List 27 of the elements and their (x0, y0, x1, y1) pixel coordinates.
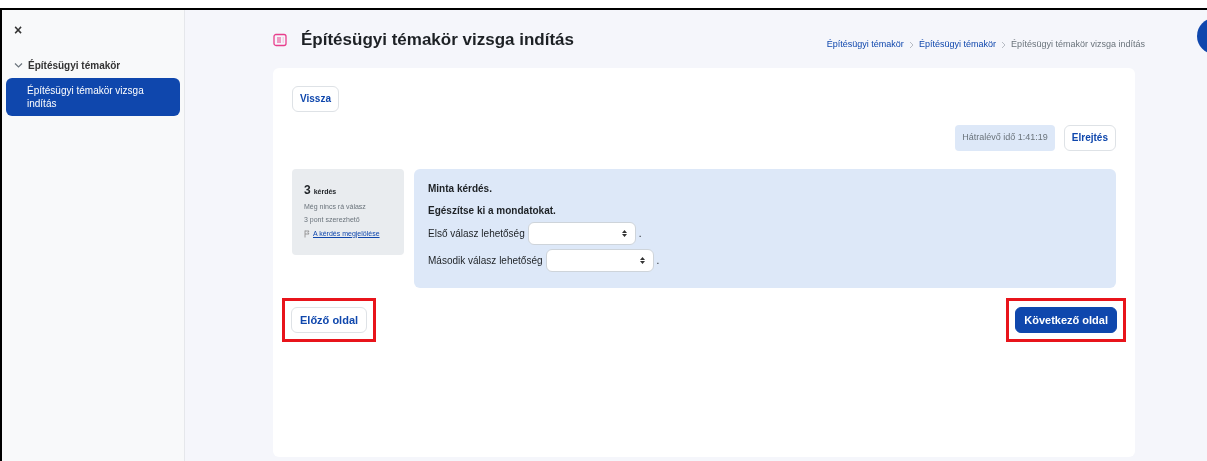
previous-page-button[interactable]: Előző oldal (291, 306, 368, 333)
page-title: Építésügyi témakör vizsga indítás (301, 29, 575, 52)
back-button[interactable]: Vissza (292, 85, 339, 112)
time-remaining-badge: Hátralévő idő 1:41:19 (955, 124, 1055, 151)
answer-select[interactable] (527, 221, 636, 245)
sidebar-item[interactable]: Építésügyi témakör vizsga indítás (6, 78, 180, 116)
section-title[interactable]: Építésügyi témakör (28, 57, 121, 73)
sentence-period: . (656, 253, 660, 268)
answer-label: Második válasz lehetőség (428, 253, 543, 268)
hide-button[interactable]: Elrejtés (1063, 124, 1116, 151)
answer-label: Első válasz lehetőség (428, 226, 525, 241)
form-icon (273, 33, 287, 47)
chevron-right-icon (908, 41, 914, 49)
flag-icon (304, 229, 310, 238)
sort-arrows-icon (621, 229, 627, 237)
answer-select[interactable] (545, 248, 654, 272)
breadcrumb-link[interactable]: Építésügyi témakör (826, 38, 904, 52)
question-title: Minta kérdés. (428, 181, 493, 196)
sort-arrows-icon (639, 256, 645, 264)
close-button[interactable]: × (14, 23, 23, 37)
question-number: 3 (304, 181, 311, 199)
sentence-period: . (638, 226, 642, 241)
chevron-right-icon (1000, 41, 1006, 49)
next-page-button[interactable]: Következő oldal (1015, 306, 1117, 333)
breadcrumb-current: Építésügyi témakör vizsga indítás (1010, 38, 1145, 52)
breadcrumb-link[interactable]: Építésügyi témakör (918, 38, 996, 52)
question-instruction: Egészítse ki a mondatokat. (428, 203, 557, 218)
